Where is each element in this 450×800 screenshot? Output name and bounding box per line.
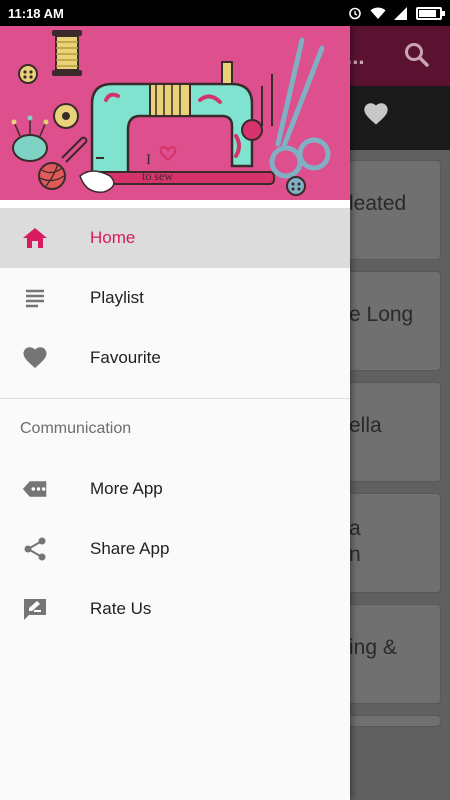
video-card-title: a n xyxy=(349,517,361,566)
nav-item-playlist[interactable]: Playlist xyxy=(0,268,350,328)
nav-item-more-app[interactable]: More App xyxy=(0,459,350,519)
thread-spool-icon xyxy=(52,30,82,76)
video-card-title: ing & xyxy=(349,636,397,659)
navigation-drawer: I to sew Home Playlist Favourite Communi… xyxy=(0,26,350,800)
sewing-machine-illustration: I to sew xyxy=(0,26,350,200)
nav-label: Share App xyxy=(90,539,170,558)
rate-icon xyxy=(24,599,46,620)
heart-icon xyxy=(23,347,47,368)
nav-label: Home xyxy=(90,228,136,247)
search-icon xyxy=(405,43,429,67)
header-spacer xyxy=(0,200,350,208)
i-love-to-sew-text: I xyxy=(146,152,151,168)
video-card-title: ella xyxy=(349,414,382,437)
nav-label: Favourite xyxy=(90,348,161,367)
wifi-icon xyxy=(370,7,386,19)
alarm-icon xyxy=(349,7,361,20)
home-icon xyxy=(23,228,47,248)
nav-label: Playlist xyxy=(90,288,144,307)
signal-icon xyxy=(394,6,407,20)
nav-item-favourite[interactable]: Favourite xyxy=(0,328,350,388)
nav-label: Rate Us xyxy=(90,599,152,618)
share-icon xyxy=(24,537,46,561)
communication-list: More App Share App Rate Us xyxy=(0,459,350,639)
nav-item-rate-us[interactable]: Rate Us xyxy=(0,579,350,639)
video-card-title: leated xyxy=(349,192,407,215)
status-time: 11:18 AM xyxy=(8,5,64,21)
playlist-icon xyxy=(26,289,44,308)
section-title: Communication xyxy=(20,420,132,437)
more-app-icon xyxy=(22,481,47,497)
status-bar: 11:18 AM xyxy=(0,0,450,26)
nav-label: More App xyxy=(90,479,163,498)
button-icon xyxy=(18,64,38,84)
heart-icon xyxy=(364,103,388,125)
drawer-header: I to sew xyxy=(0,26,350,200)
button-icon xyxy=(286,176,306,196)
svg-text:to sew: to sew xyxy=(142,169,173,183)
video-card-title: e Long xyxy=(349,303,414,326)
status-icons xyxy=(348,6,445,20)
nav-item-home[interactable]: Home xyxy=(0,208,350,268)
nav-item-share-app[interactable]: Share App xyxy=(0,519,350,579)
battery-icon xyxy=(416,6,445,20)
